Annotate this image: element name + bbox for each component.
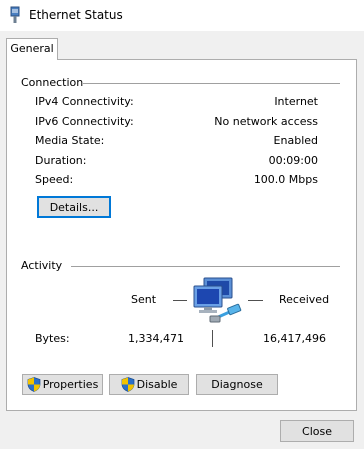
sent-label: Sent [131, 293, 157, 306]
disable-button-label: Disable [136, 378, 178, 391]
activity-divider-vertical [212, 330, 213, 347]
properties-button[interactable]: Properties [22, 374, 103, 395]
ipv6-connectivity-label: IPv6 Connectivity: [35, 115, 134, 128]
diagnose-button[interactable]: Diagnose [196, 374, 278, 395]
diagnose-button-label: Diagnose [211, 378, 263, 391]
speed-value: 100.0 Mbps [253, 173, 318, 186]
speed-label: Speed: [35, 173, 74, 186]
bytes-sent-value: 1,334,471 [128, 332, 184, 345]
tab-panel-general: Connection IPv4 Connectivity: Internet I… [6, 59, 357, 411]
duration-label: Duration: [35, 154, 87, 167]
ipv6-connectivity-value: No network access [214, 115, 318, 128]
uac-shield-icon [27, 377, 41, 392]
media-state-value: Enabled [273, 134, 318, 147]
bytes-label: Bytes: [35, 332, 70, 345]
details-button-label: Details... [49, 200, 99, 214]
media-state-label: Media State: [35, 134, 105, 147]
network-computer-icon [193, 277, 242, 323]
received-label: Received [279, 293, 330, 306]
duration-value: 00:09:00 [268, 154, 318, 167]
tab-general-label: General [10, 42, 54, 55]
connection-divider [83, 83, 340, 84]
properties-button-label: Properties [42, 378, 99, 391]
activity-heading: Activity [21, 259, 63, 272]
received-dash [248, 300, 263, 301]
window-title: Ethernet Status [29, 8, 123, 22]
uac-shield-icon [121, 377, 134, 392]
bytes-received-value: 16,417,496 [263, 332, 326, 345]
ipv4-connectivity-label: IPv4 Connectivity: [35, 95, 134, 108]
sent-dash [173, 300, 187, 301]
network-adapter-icon [10, 6, 20, 23]
close-button[interactable]: Close [280, 420, 354, 442]
close-button-label: Close [302, 424, 332, 438]
details-button[interactable]: Details... [37, 196, 111, 218]
activity-divider [71, 266, 340, 267]
connection-heading: Connection [21, 76, 84, 89]
title-bar: Ethernet Status [0, 0, 364, 31]
disable-button[interactable]: Disable [109, 374, 189, 395]
tab-general[interactable]: General [6, 38, 58, 60]
ipv4-connectivity-value: Internet [274, 95, 318, 108]
